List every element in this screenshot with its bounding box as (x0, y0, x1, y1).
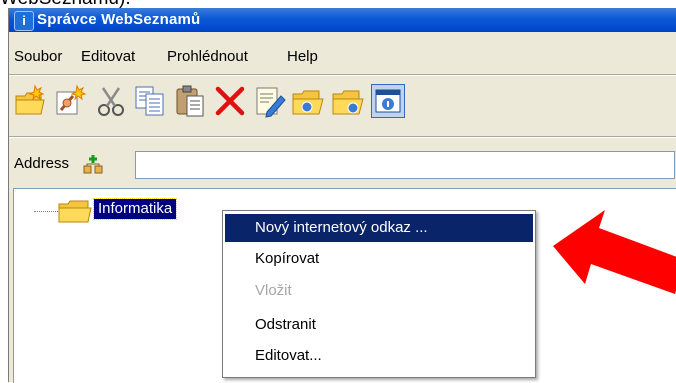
ctx-delete[interactable]: Odstranit (225, 311, 533, 339)
window-title: Správce WebSeznamů (37, 11, 201, 28)
menu-bar: Soubor Editovat Prohlédnout Help (9, 46, 676, 68)
menu-separator (9, 74, 676, 76)
open-folder-icon[interactable] (291, 84, 325, 118)
copy-icon[interactable] (133, 84, 167, 118)
page-caption: WebSeznamů). (0, 0, 131, 8)
tree-connector (34, 211, 60, 212)
toolbar-separator (9, 136, 676, 138)
menu-prohlednout[interactable]: Prohlédnout (167, 48, 248, 65)
address-label: Address (14, 155, 70, 172)
network-add-icon[interactable] (83, 153, 103, 175)
cut-icon[interactable] (95, 84, 129, 118)
about-icon[interactable] (371, 84, 405, 118)
context-menu: Nový internetový odkaz ... Kopírovat Vlo… (222, 210, 536, 378)
toolbar (9, 80, 676, 122)
address-bar: Address (9, 148, 676, 182)
menu-help[interactable]: Help (287, 48, 318, 65)
ctx-paste: Vložit (255, 282, 292, 299)
ctx-copy[interactable]: Kopírovat (225, 245, 533, 273)
delete-icon[interactable] (213, 84, 247, 118)
red-arrow-annotation (553, 210, 676, 294)
ctx-edit[interactable]: Editovat... (225, 342, 533, 370)
tree-item-informatika[interactable]: Informatika (92, 198, 178, 220)
menu-soubor[interactable]: Soubor (14, 48, 62, 65)
folder-icon (58, 200, 92, 224)
paste-icon[interactable] (173, 84, 207, 118)
app-icon: i (14, 11, 34, 31)
edit-icon[interactable] (253, 84, 287, 118)
ctx-new-link[interactable]: Nový internetový odkaz ... (225, 214, 533, 242)
new-link-icon[interactable] (53, 84, 87, 118)
new-folder-icon[interactable] (13, 84, 47, 118)
title-bar[interactable]: i Správce WebSeznamů (9, 8, 676, 32)
export-folder-icon[interactable] (331, 84, 365, 118)
address-input[interactable] (135, 151, 675, 179)
menu-editovat[interactable]: Editovat (81, 48, 135, 65)
